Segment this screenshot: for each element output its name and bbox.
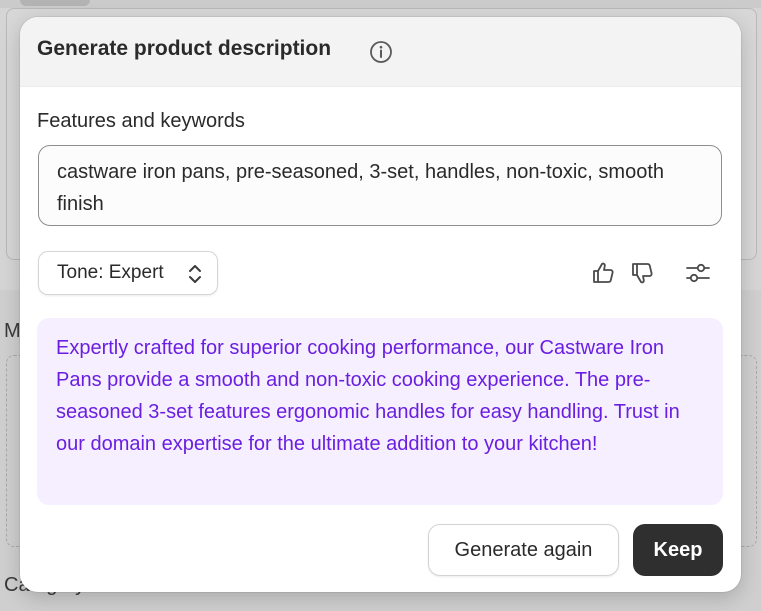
keep-button[interactable]: Keep	[633, 524, 723, 576]
thumbs-down-icon[interactable]	[629, 259, 657, 287]
generated-description: Expertly crafted for superior cooking pe…	[37, 318, 723, 505]
background-topbar	[0, 0, 761, 8]
tone-select[interactable]: Tone: Expert	[38, 251, 218, 295]
thumbs-up-icon[interactable]	[590, 259, 618, 287]
chevron-up-down-icon	[189, 265, 201, 283]
dialog-title: Generate product description	[37, 37, 332, 60]
tone-select-label: Tone: Expert	[57, 262, 164, 283]
background-media-label: M	[4, 320, 21, 342]
sliders-icon[interactable]	[684, 259, 712, 287]
features-input[interactable]: castware iron pans, pre-seasoned, 3-set,…	[38, 145, 722, 226]
dialog-header: Generate product description	[20, 17, 741, 87]
generate-again-button[interactable]: Generate again	[428, 524, 619, 576]
features-label: Features and keywords	[37, 110, 245, 132]
generate-description-dialog: Generate product description Features an…	[20, 17, 741, 592]
info-icon[interactable]	[369, 40, 393, 64]
background-tab	[20, 0, 90, 6]
